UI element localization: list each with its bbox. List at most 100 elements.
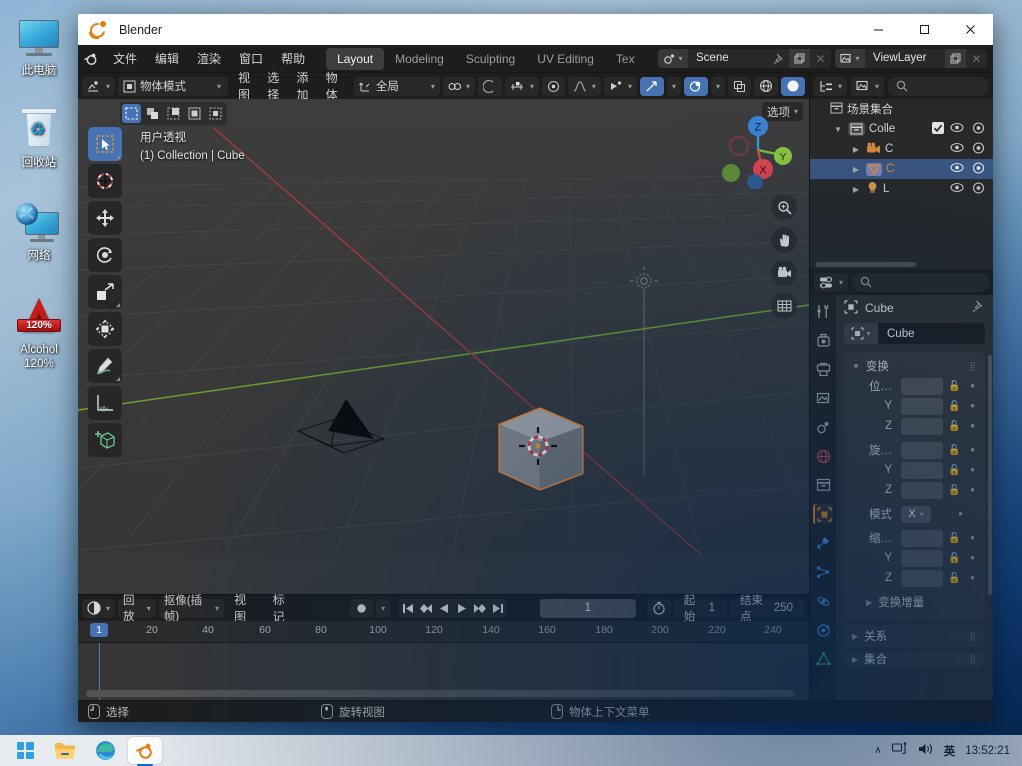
rotate-tool-button[interactable] — [88, 238, 122, 272]
scale-x-field[interactable] — [901, 529, 943, 547]
overlays-toggle-button[interactable] — [683, 76, 708, 96]
viewlayer-name[interactable]: ViewLayer — [865, 49, 945, 68]
lock-icon[interactable]: 🔓 — [948, 533, 961, 544]
blender-menu-logo-icon[interactable] — [78, 51, 104, 67]
outliner-hscrollbar[interactable] — [816, 262, 916, 267]
object-mode-dropdown[interactable]: 物体模式 ▾ — [118, 76, 229, 96]
scene-collection-row[interactable]: 场景集合 — [810, 99, 993, 119]
rotation-x-row[interactable]: 旋… 🔓 • — [844, 440, 985, 460]
current-frame-field[interactable]: 1 — [539, 598, 636, 618]
scale-y-row[interactable]: Y 🔓 • — [844, 548, 985, 568]
delete-viewlayer-icon[interactable]: ✕ — [966, 49, 987, 68]
location-z-row[interactable]: Z 🔓 • — [844, 416, 985, 436]
modifier-tab[interactable] — [813, 533, 833, 553]
pin-properties-icon[interactable] — [972, 300, 985, 316]
menu-render[interactable]: 渲染 — [188, 47, 230, 70]
lock-icon[interactable]: 🔓 — [948, 553, 961, 564]
frame-end-field[interactable]: 结束点 250 — [730, 595, 806, 623]
lock-icon[interactable]: 🔓 — [948, 445, 961, 456]
select-extend-button[interactable] — [143, 104, 162, 123]
frame-start-field[interactable]: 起始 1 — [673, 595, 728, 623]
expand-triangle-icon[interactable]: ▶ — [850, 165, 862, 174]
play-button[interactable] — [453, 599, 471, 618]
animate-dot-icon[interactable]: • — [966, 483, 979, 496]
proportional-falloff-button[interactable] — [541, 76, 565, 96]
constraint-tab[interactable] — [813, 620, 833, 640]
scene-datablock[interactable]: ▾ Scene ✕ — [658, 49, 831, 68]
physics-tab[interactable] — [813, 591, 833, 611]
rotation-x-field[interactable] — [901, 441, 943, 459]
scene-tab[interactable] — [813, 417, 833, 437]
data-tab[interactable] — [813, 649, 833, 669]
eye-icon[interactable] — [950, 142, 964, 157]
expand-triangle-icon[interactable]: ▶ — [850, 185, 862, 194]
collections-panel[interactable]: ▶ 集合 ⣿ — [844, 652, 985, 666]
collapse-triangle-icon[interactable]: ▼ — [832, 125, 844, 134]
select-set-button[interactable] — [122, 104, 141, 123]
timeline-body[interactable] — [78, 643, 809, 700]
cursor-tool-button[interactable] — [88, 164, 122, 198]
timeline-editor-type-button[interactable]: ▾ — [82, 598, 116, 618]
animate-dot-icon[interactable]: • — [966, 443, 979, 456]
outliner-row-cube[interactable]: ▶ C — [810, 159, 993, 179]
world-tab[interactable] — [813, 446, 833, 466]
rotation-mode-dropdown[interactable]: X ▾ — [901, 505, 931, 523]
lock-icon[interactable]: 🔓 — [948, 381, 961, 392]
delta-transform-subpanel[interactable]: ▶ 变换增量 — [844, 592, 985, 612]
auto-keying-button[interactable] — [350, 598, 374, 618]
animate-dot-icon[interactable]: • — [966, 419, 979, 432]
animate-dot-icon[interactable]: • — [966, 531, 979, 544]
clock[interactable]: 13:52:21 — [965, 745, 1010, 757]
eye-icon[interactable] — [950, 122, 964, 137]
shading-solid-button[interactable] — [781, 76, 805, 96]
scale-z-row[interactable]: Z 🔓 • — [844, 568, 985, 588]
tweak-tool-button[interactable] — [88, 127, 122, 161]
camera-render-icon[interactable] — [972, 141, 985, 157]
auto-keying-dropdown[interactable]: ▾ — [376, 598, 391, 618]
location-x-row[interactable]: 位… 🔓 • — [844, 376, 985, 396]
scale-z-field[interactable] — [901, 569, 943, 587]
object-name-field[interactable]: ▾ Cube — [844, 323, 985, 344]
light-object[interactable] — [626, 267, 662, 477]
desktop-icon-this-pc[interactable]: 此电脑 — [4, 18, 74, 78]
jump-to-next-keyframe-button[interactable] — [471, 599, 489, 618]
rotation-y-field[interactable] — [901, 461, 943, 479]
lock-icon[interactable]: 🔓 — [948, 421, 961, 432]
lock-icon[interactable]: 🔓 — [948, 401, 961, 412]
delete-scene-icon[interactable]: ✕ — [810, 49, 831, 68]
location-x-field[interactable] — [901, 377, 943, 395]
lock-icon[interactable]: 🔓 — [948, 485, 961, 496]
animate-dot-icon[interactable]: • — [966, 463, 979, 476]
network-icon[interactable] — [891, 742, 908, 759]
eye-icon[interactable] — [950, 182, 964, 197]
rotation-z-field[interactable] — [901, 481, 943, 499]
collection-checkbox[interactable] — [932, 121, 944, 137]
object-datablock-icon[interactable]: ▾ — [844, 323, 878, 344]
animate-dot-icon[interactable]: • — [966, 379, 979, 392]
location-z-field[interactable] — [901, 417, 943, 435]
visibility-dropdown[interactable]: ▾ — [603, 76, 637, 96]
properties-editor-type-button[interactable]: ▾ — [814, 272, 849, 292]
animate-dot-icon[interactable]: • — [966, 399, 979, 412]
use-preview-range-button[interactable] — [646, 598, 671, 618]
properties-search-input[interactable] — [852, 272, 989, 292]
ime-indicator[interactable]: 英 — [944, 743, 956, 759]
expand-triangle-icon[interactable]: ▶ — [850, 145, 862, 154]
outliner-search-input[interactable] — [888, 76, 989, 96]
camera-render-icon[interactable] — [972, 181, 985, 197]
jump-to-start-button[interactable] — [399, 599, 417, 618]
gizmo-dropdown[interactable]: ▾ — [666, 76, 681, 96]
falloff-curve-dropdown[interactable]: ▾ — [567, 76, 601, 96]
tab-texturing[interactable]: Text — [605, 48, 635, 70]
zoom-view-icon[interactable] — [771, 194, 797, 220]
eye-icon[interactable] — [950, 162, 964, 177]
tab-modeling[interactable]: Modeling — [384, 48, 455, 70]
snap-target-dropdown[interactable]: ▾ — [504, 76, 539, 96]
camera-render-icon[interactable] — [972, 161, 985, 177]
scene-name[interactable]: Scene — [688, 49, 768, 68]
outliner-row-collection[interactable]: ▼ Colle — [810, 119, 993, 139]
transform-orientation-dropdown[interactable]: 全局 ▾ — [353, 76, 440, 96]
view-layer-tab[interactable] — [813, 388, 833, 408]
minimize-button[interactable] — [855, 14, 901, 45]
camera-object[interactable] — [286, 391, 396, 461]
